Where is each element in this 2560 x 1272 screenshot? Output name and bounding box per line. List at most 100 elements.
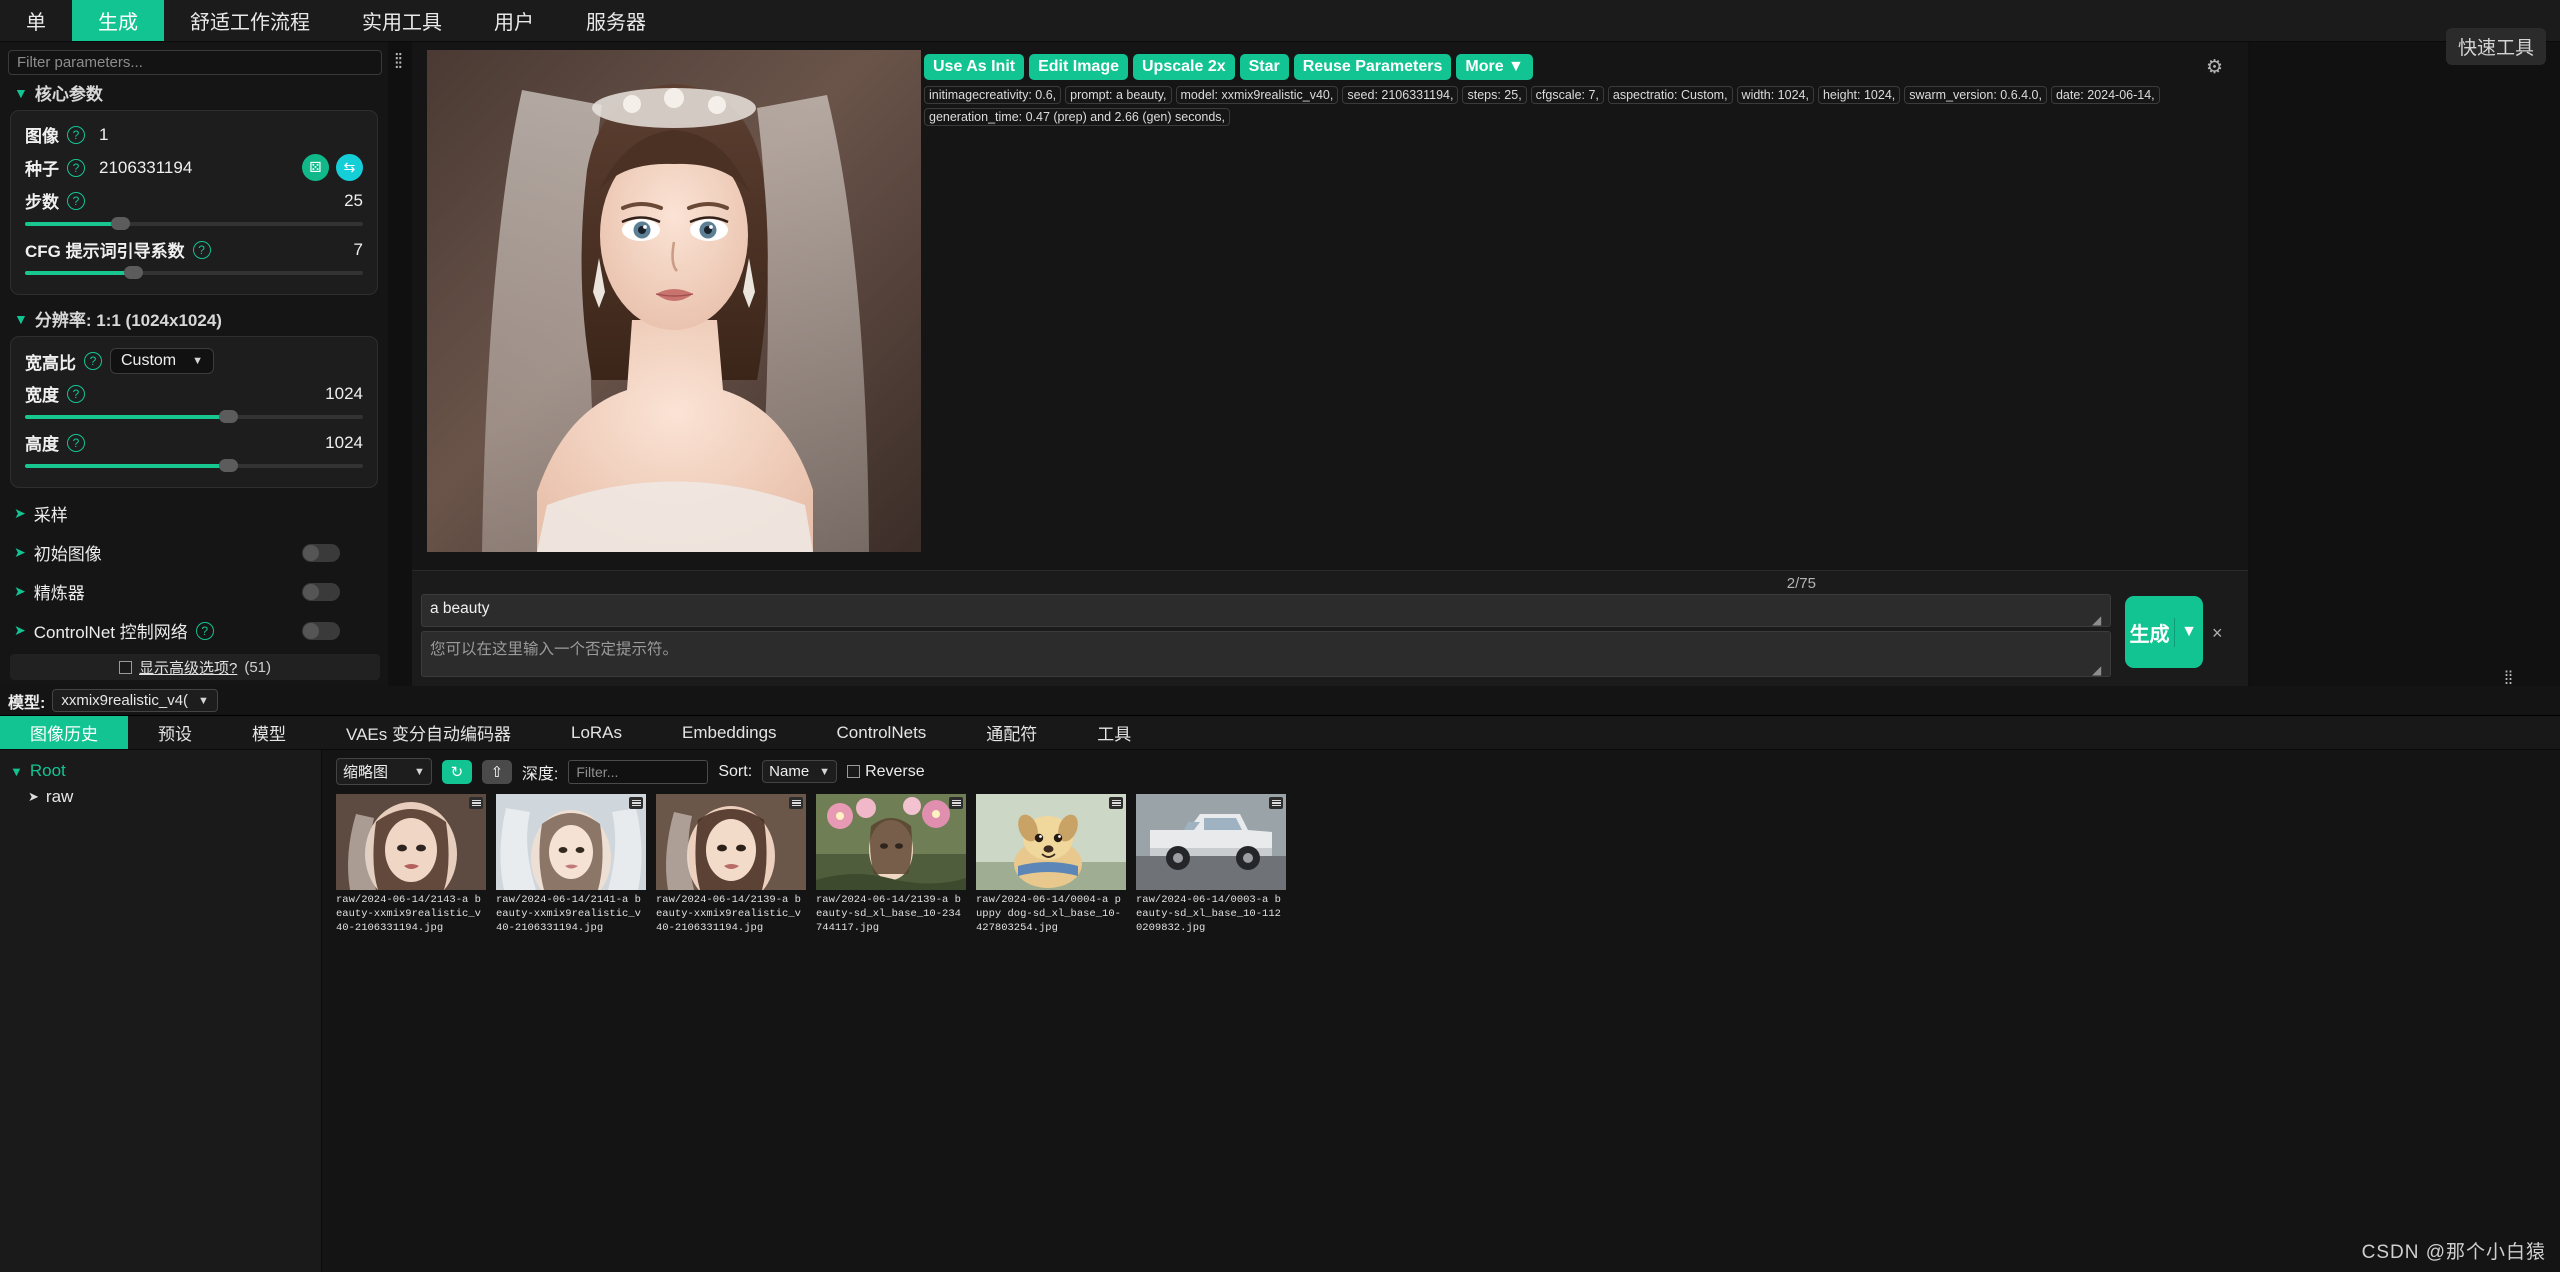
section-refiner[interactable]: ➤ 精炼器 — [8, 572, 380, 611]
init-image-toggle[interactable] — [302, 544, 340, 562]
refiner-toggle[interactable] — [302, 583, 340, 601]
help-icon[interactable]: ? — [196, 622, 214, 640]
slider-thumb[interactable] — [219, 459, 238, 472]
help-icon[interactable]: ? — [67, 159, 85, 177]
help-icon[interactable]: ? — [84, 352, 102, 370]
thumb-art — [1136, 794, 1286, 890]
gallery-filter-input[interactable] — [568, 760, 708, 784]
thumbnail-image[interactable] — [496, 794, 646, 890]
topnav-item-2[interactable]: 舒适工作流程 — [164, 0, 336, 41]
height-slider[interactable] — [25, 459, 363, 472]
section-label: ControlNet 控制网络 — [34, 618, 188, 643]
thumbnail-image[interactable] — [656, 794, 806, 890]
topnav-item-0[interactable]: 单 — [0, 0, 72, 41]
recycle-icon[interactable]: ⇆ — [336, 154, 363, 181]
gear-icon[interactable]: ⚙ — [2206, 56, 2228, 78]
negative-prompt-input[interactable] — [421, 631, 2111, 677]
height-value[interactable]: 1024 — [325, 433, 363, 453]
section-init-image[interactable]: ➤ 初始图像 — [8, 533, 380, 572]
help-icon[interactable]: ? — [193, 241, 211, 259]
thumbnail-menu-icon[interactable] — [1269, 797, 1283, 809]
edit-image-button[interactable]: Edit Image — [1029, 54, 1128, 80]
topnav-item-5[interactable]: 服务器 — [560, 0, 672, 41]
images-value[interactable]: 1 — [99, 125, 108, 145]
refresh-icon[interactable]: ↻ — [442, 760, 472, 784]
steps-slider[interactable] — [25, 217, 363, 230]
chevron-down-icon[interactable]: ▼ — [2175, 623, 2203, 641]
prompt-input[interactable] — [421, 594, 2111, 627]
upscale-2x-button[interactable]: Upscale 2x — [1133, 54, 1235, 80]
section-controlnet[interactable]: ➤ ControlNet 控制网络 ? — [8, 611, 380, 650]
cfg-slider[interactable] — [25, 266, 363, 279]
section-sampling[interactable]: ➤ 采样 — [8, 494, 380, 533]
thumbnail-menu-icon[interactable] — [949, 797, 963, 809]
tree-root-label: Root — [30, 761, 66, 781]
chevron-right-icon: ➤ — [28, 789, 39, 805]
tree-item-raw[interactable]: ➤ raw — [10, 784, 311, 810]
checkbox-icon[interactable] — [847, 765, 860, 778]
thumbnail-image[interactable] — [1136, 794, 1286, 890]
help-icon[interactable]: ? — [67, 192, 85, 210]
view-mode-select[interactable]: 缩略图 ▼ — [336, 758, 432, 785]
tab-tools[interactable]: 工具 — [1067, 716, 1161, 749]
thumbnail-menu-icon[interactable] — [469, 797, 483, 809]
slider-thumb[interactable] — [111, 217, 130, 230]
cfg-value[interactable]: 7 — [354, 240, 363, 260]
generated-image[interactable] — [427, 50, 921, 552]
close-icon[interactable]: × — [2212, 623, 2223, 644]
tab-controlnets[interactable]: ControlNets — [807, 716, 957, 749]
seed-value[interactable]: 2106331194 — [99, 158, 192, 178]
tab-wildcards[interactable]: 通配符 — [956, 716, 1067, 749]
reverse-checkbox[interactable]: Reverse — [847, 763, 925, 781]
chevron-down-icon: ▼ — [14, 85, 28, 101]
controlnet-toggle[interactable] — [302, 622, 340, 640]
metadata-tag: cfgscale: 7, — [1531, 86, 1604, 104]
model-select[interactable]: xxmix9realistic_v4( ▼ — [52, 689, 218, 712]
topnav-item-4[interactable]: 用户 — [468, 0, 560, 41]
width-value[interactable]: 1024 — [325, 384, 363, 404]
images-label: 图像 — [25, 122, 59, 147]
sidebar-resize-handle[interactable]: ⁞⁞ — [394, 52, 412, 74]
resolution-group-header[interactable]: ▼ 分辨率: 1:1 (1024x1024) — [8, 301, 380, 336]
height-label: 高度 — [25, 430, 59, 455]
chevron-down-icon: ▼ — [414, 766, 425, 778]
slider-thumb[interactable] — [219, 410, 238, 423]
thumbnail-image[interactable] — [976, 794, 1126, 890]
slider-thumb[interactable] — [124, 266, 143, 279]
filter-parameters-input[interactable] — [8, 50, 382, 75]
use-as-init-button[interactable]: Use As Init — [924, 54, 1024, 80]
thumbnail-menu-icon[interactable] — [789, 797, 803, 809]
topnav-item-3[interactable]: 实用工具 — [336, 0, 468, 41]
tree-item-root[interactable]: ▼ Root — [10, 758, 311, 784]
thumbnail-image[interactable] — [336, 794, 486, 890]
up-arrow-icon[interactable]: ⇧ — [482, 760, 512, 784]
thumbnail-image[interactable] — [816, 794, 966, 890]
tab-image-history[interactable]: 图像历史 — [0, 716, 128, 749]
tab-vaes[interactable]: VAEs 变分自动编码器 — [316, 716, 541, 749]
image-action-buttons: Use As Init Edit Image Upscale 2x Star R… — [924, 54, 1533, 80]
help-icon[interactable]: ? — [67, 434, 85, 452]
star-button[interactable]: Star — [1240, 54, 1289, 80]
tab-models[interactable]: 模型 — [222, 716, 316, 749]
show-advanced-options-row[interactable]: 显示高级选项? (51) — [10, 654, 380, 680]
width-slider[interactable] — [25, 410, 363, 423]
sort-select[interactable]: Name ▼ — [762, 760, 837, 783]
thumbnail-menu-icon[interactable] — [1109, 797, 1123, 809]
help-icon[interactable]: ? — [67, 385, 85, 403]
tab-loras[interactable]: LoRAs — [541, 716, 652, 749]
thumbnail-menu-icon[interactable] — [629, 797, 643, 809]
topnav-item-1[interactable]: 生成 — [72, 0, 164, 41]
quick-tools-button[interactable]: 快速工具 — [2446, 28, 2546, 65]
tab-presets[interactable]: 预设 — [128, 716, 222, 749]
reuse-parameters-button[interactable]: Reuse Parameters — [1294, 54, 1452, 80]
steps-value[interactable]: 25 — [344, 191, 363, 211]
help-icon[interactable]: ? — [67, 126, 85, 144]
aspect-ratio-select[interactable]: Custom ▼ — [110, 348, 214, 374]
dice-icon[interactable]: ⚄ — [302, 154, 329, 181]
tab-embeddings[interactable]: Embeddings — [652, 716, 807, 749]
generate-button[interactable]: 生成 ▼ — [2125, 596, 2203, 668]
core-parameters-group-header[interactable]: ▼ 核心参数 — [8, 75, 380, 110]
checkbox-icon[interactable] — [119, 661, 132, 674]
more-button[interactable]: More ▼ — [1456, 54, 1533, 80]
aspect-ratio-label: 宽高比 — [25, 349, 76, 374]
